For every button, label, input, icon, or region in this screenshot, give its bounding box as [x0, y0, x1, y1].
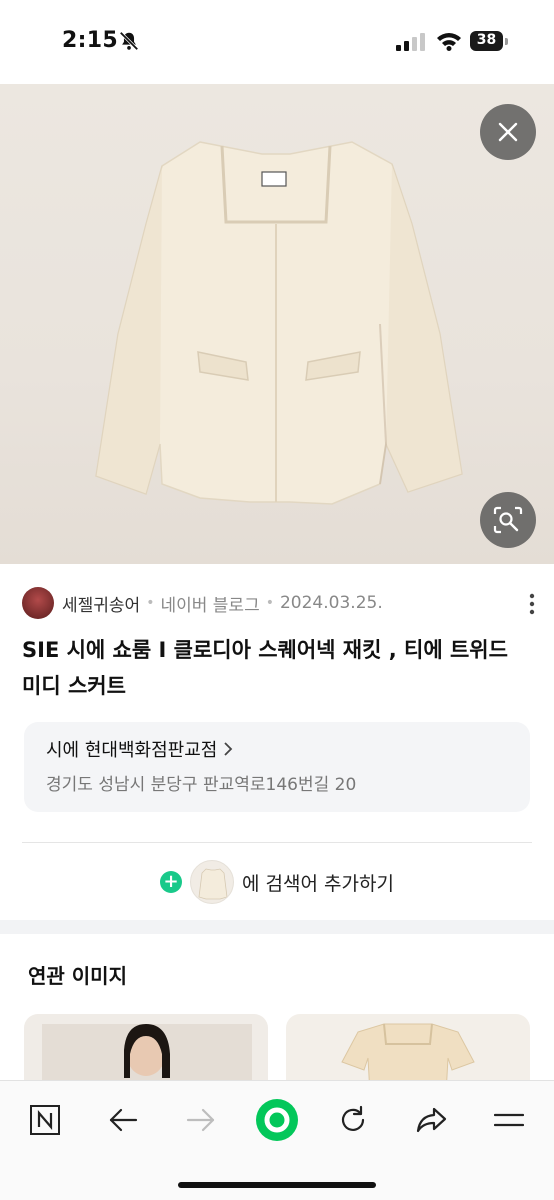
avatar — [22, 587, 54, 619]
wifi-icon — [437, 33, 461, 51]
battery-percent: 38 — [476, 32, 497, 48]
status-time: 2:15 — [62, 28, 118, 53]
plus-icon: + — [160, 871, 183, 893]
post-date: 2024.03.25. — [279, 593, 383, 613]
green-dot-home-icon — [256, 1099, 298, 1141]
battery-indicator: 38 — [470, 31, 508, 51]
source-type: 네이버 블로그 — [160, 595, 260, 616]
add-search-term-button[interactable]: + 에 검색어 추가하기 — [0, 858, 554, 906]
place-name: 시에 현대백화점판교점 — [46, 740, 218, 761]
naver-home-button[interactable] — [22, 1097, 68, 1143]
chevron-right-icon — [224, 742, 233, 756]
back-button[interactable] — [100, 1097, 146, 1143]
back-arrow-icon — [109, 1108, 138, 1132]
share-button[interactable] — [408, 1097, 454, 1143]
source-name[interactable]: 세젤귀송어 — [62, 591, 140, 616]
status-bar: 2:15 38 — [0, 0, 554, 84]
forward-button[interactable] — [178, 1097, 224, 1143]
related-images-heading: 연관 이미지 — [28, 964, 127, 988]
menu-button[interactable] — [486, 1097, 532, 1143]
menu-icon — [494, 1113, 524, 1127]
jacket-photo — [95, 141, 463, 505]
section-divider — [0, 920, 554, 934]
source-info[interactable]: 세젤귀송어 • 네이버 블로그 • 2024.03.25. — [22, 586, 383, 620]
image-search-icon — [493, 506, 523, 534]
place-address: 경기도 성남시 분당구 판교역로146번길 20 — [46, 775, 357, 795]
add-search-term-label: 에 검색어 추가하기 — [242, 872, 394, 895]
bell-off-icon — [119, 31, 139, 51]
result-image[interactable] — [0, 84, 554, 564]
home-indicator[interactable] — [178, 1182, 376, 1188]
refresh-icon — [341, 1105, 365, 1131]
separator-dot: • — [146, 595, 155, 611]
separator-dot: • — [265, 595, 274, 611]
cellular-signal-icon — [396, 33, 425, 51]
place-card[interactable]: 시에 현대백화점판교점 경기도 성남시 분당구 판교역로146번길 20 — [24, 722, 530, 812]
place-name-row[interactable]: 시에 현대백화점판교점 — [46, 736, 508, 762]
bottom-toolbar — [0, 1080, 554, 1200]
result-title[interactable]: SIE 시에 쇼룸 I 클로디아 스퀘어넥 재킷 , 티에 트위드 미디 스커트 — [22, 632, 532, 704]
refresh-button[interactable] — [330, 1097, 376, 1143]
close-icon — [498, 122, 518, 142]
jacket-thumbnail — [190, 860, 235, 904]
naver-n-icon — [30, 1105, 60, 1135]
more-vertical-icon[interactable] — [528, 592, 536, 616]
green-dot-button[interactable] — [254, 1097, 300, 1143]
share-icon — [416, 1107, 447, 1133]
image-search-button[interactable] — [480, 492, 536, 548]
divider — [22, 842, 532, 843]
forward-arrow-icon — [186, 1108, 215, 1132]
close-button[interactable] — [480, 104, 536, 160]
